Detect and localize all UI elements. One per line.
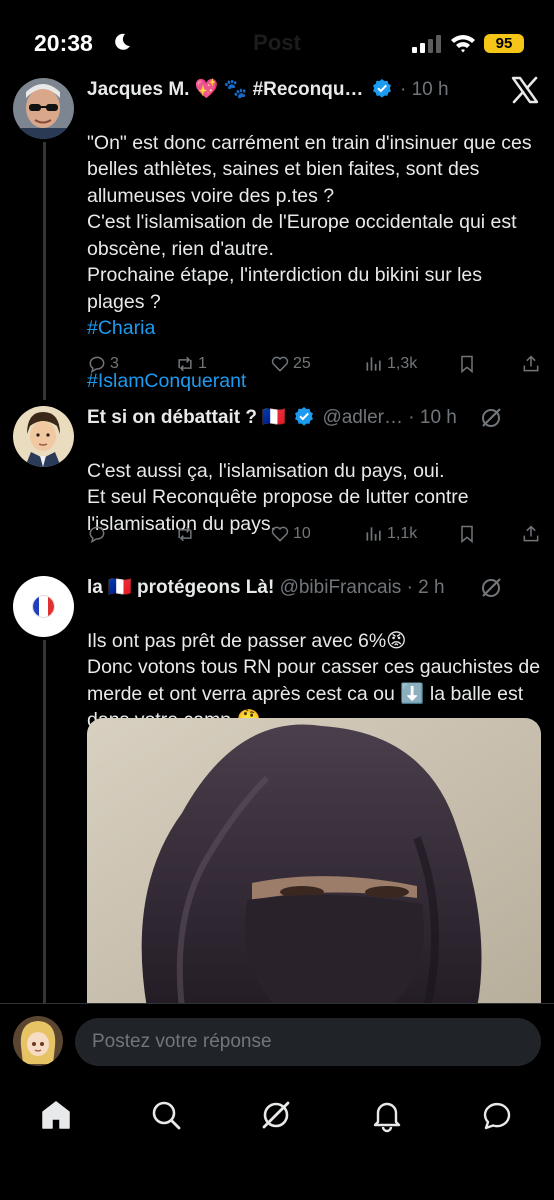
- like-button[interactable]: 10: [270, 522, 311, 546]
- avatar[interactable]: [13, 1016, 63, 1066]
- like-button[interactable]: 25: [270, 352, 311, 376]
- timestamp: · 10 h: [408, 407, 457, 428]
- display-name[interactable]: Et si on débattait ? 🇫🇷: [87, 407, 286, 428]
- avatar[interactable]: [13, 406, 74, 467]
- tweet-header: Et si on débattait ? 🇫🇷 @adler… · 10 h: [87, 406, 540, 430]
- bookmark-icon: [461, 355, 473, 374]
- tweet-media-image[interactable]: [87, 718, 541, 1008]
- tweet-body: Ils ont pas prêt de passer avec 6%😡 Donc…: [87, 601, 544, 734]
- reply-button[interactable]: 3: [87, 352, 119, 376]
- home-icon[interactable]: [38, 1097, 74, 1133]
- like-count: 10: [293, 525, 311, 542]
- avatar[interactable]: [13, 576, 74, 637]
- like-count: 25: [293, 355, 311, 372]
- repost-icon: [178, 526, 192, 542]
- share-button[interactable]: [521, 352, 544, 376]
- like-icon: [271, 526, 289, 542]
- reply-count: 3: [110, 355, 119, 372]
- grok-icon[interactable]: [480, 407, 502, 429]
- reply-bar: [0, 1003, 554, 1079]
- share-button[interactable]: [521, 522, 544, 546]
- views-button[interactable]: 1,3k: [364, 352, 417, 376]
- verified-icon: [295, 407, 314, 426]
- display-name[interactable]: la 🇫🇷 protégeons Là!: [87, 577, 274, 598]
- views-icon: [366, 527, 381, 541]
- reply-icon: [89, 356, 105, 374]
- share-icon: [523, 525, 539, 542]
- search-icon[interactable]: [148, 1097, 184, 1133]
- wifi-icon: [451, 35, 475, 53]
- verified-icon: [372, 79, 391, 98]
- tweet[interactable]: Et si on débattait ? 🇫🇷 @adler… · 10 h C…: [0, 406, 554, 556]
- tweet[interactable]: Jacques M. 💖 🐾 #Reconqu… · 10 h "On" est…: [0, 78, 554, 392]
- messages-icon[interactable]: [479, 1097, 515, 1133]
- bookmark-button[interactable]: [457, 352, 480, 376]
- repost-button[interactable]: 1: [175, 352, 207, 376]
- screen: 20:38 Post 95 Jacques M. 💖 🐾 #Reconqu… ·…: [0, 0, 554, 1200]
- tweet-header: Jacques M. 💖 🐾 #Reconqu… · 10 h: [87, 78, 540, 102]
- tab-bar: [0, 1079, 554, 1200]
- share-icon: [523, 355, 539, 372]
- handle[interactable]: @bibiFrancais: [280, 577, 402, 598]
- timestamp: · 2 h: [406, 577, 445, 598]
- views-button[interactable]: 1,1k: [364, 522, 417, 546]
- tweet-text: Ils ont pas prêt de passer avec 6%😡 Donc…: [87, 629, 541, 732]
- tweet-actions: 10 1,1k: [87, 522, 544, 546]
- views-count: 1,3k: [387, 355, 418, 372]
- repost-button[interactable]: [175, 522, 198, 546]
- repost-count: 1: [198, 355, 207, 372]
- handle[interactable]: @adler…: [322, 407, 403, 428]
- avatar[interactable]: [13, 78, 74, 139]
- repost-icon: [178, 356, 192, 372]
- views-icon: [366, 357, 381, 371]
- reply-button[interactable]: [87, 522, 110, 546]
- hashtag-link[interactable]: #Charia: [87, 315, 544, 342]
- notifications-icon[interactable]: [369, 1097, 405, 1133]
- battery-indicator: 95: [484, 34, 524, 53]
- reply-input[interactable]: [75, 1018, 541, 1066]
- reply-icon: [89, 526, 105, 544]
- timestamp: · 10 h: [400, 79, 449, 100]
- signal-icon: [412, 35, 441, 53]
- grok-icon[interactable]: [480, 577, 502, 599]
- display-name[interactable]: Jacques M. 💖 🐾 #Reconqu…: [87, 79, 363, 100]
- grok-tab-icon[interactable]: [258, 1097, 294, 1133]
- bookmark-icon: [461, 525, 473, 544]
- like-icon: [271, 356, 289, 372]
- views-count: 1,1k: [387, 525, 418, 542]
- tweet-header: la 🇫🇷 protégeons Là! @bibiFrancais · 2 h: [87, 576, 540, 600]
- tweet-text: "On" est donc carrément en train d'insin…: [87, 131, 532, 313]
- status-bar: 20:38 Post 95: [0, 0, 554, 90]
- tweet-actions: 3 1 25 1,3k: [87, 352, 544, 376]
- bookmark-button[interactable]: [457, 522, 480, 546]
